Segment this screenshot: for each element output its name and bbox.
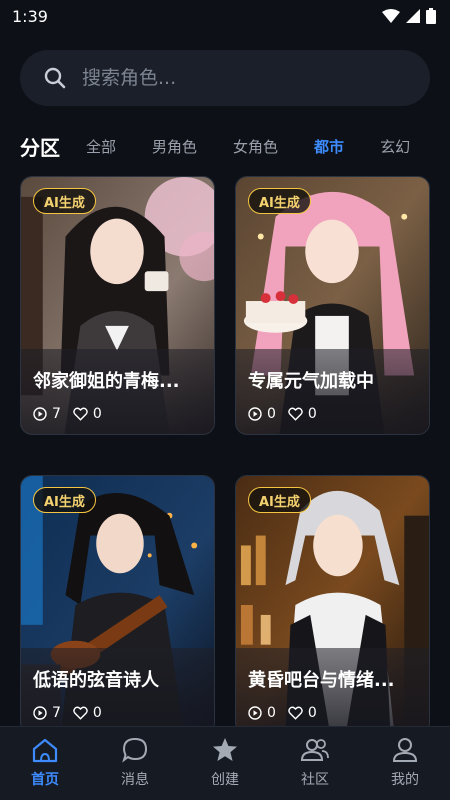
play-count-value: 7 [52,406,61,422]
card-stats: 7 0 [33,406,114,422]
ai-generated-badge: AI生成 [33,487,96,513]
tab-all[interactable]: 全部 [86,136,116,157]
card-stats: 0 0 [248,705,329,721]
character-card[interactable]: AI生成 低语的弦音诗人 7 0 [20,475,215,726]
status-icons [382,8,436,24]
play-count-value: 0 [267,406,276,422]
home-icon [32,738,58,763]
category-row: 分区 全部 男角色 女角色 都市 玄幻 [20,128,446,164]
search-icon [44,67,66,89]
heart-icon [288,706,303,720]
ai-generated-badge: AI生成 [33,188,96,214]
tabbar-label: 创建 [211,772,239,788]
like-count-value: 0 [307,705,317,721]
card-title: 黄昏吧台与情绪... [248,670,395,691]
play-count-value: 7 [52,705,61,721]
play-count: 7 [33,705,61,721]
card-title: 专属元气加载中 [248,371,374,392]
heart-icon [73,706,88,720]
like-count[interactable]: 0 [73,705,102,721]
tab-male-characters[interactable]: 男角色 [152,136,197,157]
character-card[interactable]: AI生成 黄昏吧台与情绪... 0 0 [235,475,430,726]
character-card[interactable]: AI生成 专属元气加载中 0 0 [235,176,430,435]
tabbar-item-home[interactable]: 首页 [0,727,90,800]
tabbar-label: 我的 [391,772,419,788]
heart-icon [73,407,88,421]
chat-bubble-icon [122,737,148,763]
star-icon [213,738,237,761]
search-bar[interactable] [20,50,430,106]
tabbar-label: 首页 [31,772,59,788]
character-card[interactable]: AI生成 邻家御姐的青梅... 7 0 [20,176,215,435]
play-count: 0 [248,406,276,422]
tabbar-label: 消息 [121,772,149,788]
ai-generated-badge: AI生成 [248,188,311,214]
play-icon [248,407,262,421]
like-count[interactable]: 0 [73,406,102,422]
wifi-icon [382,9,400,23]
tabbar-item-profile[interactable]: 我的 [360,727,450,800]
tabbar-item-messages[interactable]: 消息 [90,727,180,800]
tab-fantasy[interactable]: 玄幻 [380,136,410,157]
play-icon [248,706,262,720]
like-count-value: 0 [92,406,102,422]
play-icon [33,407,47,421]
play-count-value: 0 [267,705,276,721]
play-count: 0 [248,705,276,721]
play-icon [33,706,47,720]
bottom-tab-bar: 首页 消息 创建 社区 我的 [0,726,450,800]
section-title: 分区 [20,135,60,160]
tabbar-label: 社区 [301,772,329,788]
battery-icon [426,8,436,24]
like-count[interactable]: 0 [288,705,317,721]
tab-female-characters[interactable]: 女角色 [233,136,278,157]
user-icon [392,738,418,762]
like-count[interactable]: 0 [288,406,317,422]
ai-generated-badge: AI生成 [248,487,311,513]
status-time: 1:39 [12,6,48,26]
tabbar-item-create[interactable]: 创建 [180,727,270,800]
heart-icon [288,407,303,421]
community-icon [300,739,329,761]
status-bar: 1:39 [0,0,450,32]
play-count: 7 [33,406,61,422]
signal-icon [406,9,420,23]
card-title: 邻家御姐的青梅... [33,371,180,392]
like-count-value: 0 [92,705,102,721]
card-stats: 0 0 [248,406,329,422]
card-stats: 7 0 [33,705,114,721]
tabbar-item-community[interactable]: 社区 [270,727,360,800]
character-grid: AI生成 邻家御姐的青梅... 7 0 AI生成 专属元气加载中 0 0 AI生… [20,176,430,726]
search-input[interactable] [82,67,382,89]
like-count-value: 0 [307,406,317,422]
tab-urban[interactable]: 都市 [314,136,344,157]
card-title: 低语的弦音诗人 [33,670,159,691]
